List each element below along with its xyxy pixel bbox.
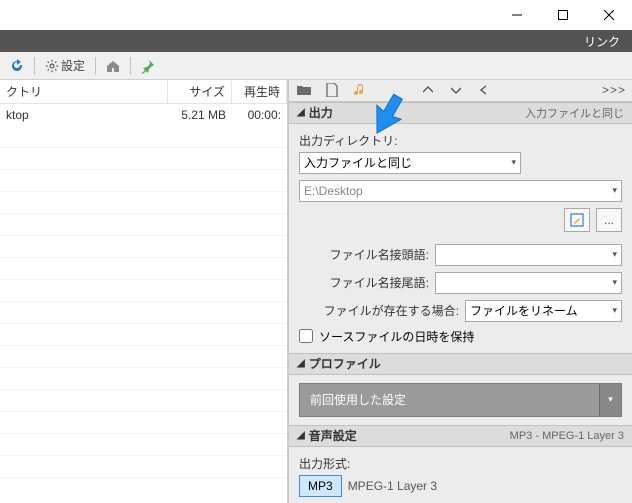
outdir-value: 入力ファイルと同じ xyxy=(304,154,412,171)
chevron-down-icon: ▾ xyxy=(612,249,617,260)
format-desc: MPEG-1 Layer 3 xyxy=(348,479,437,493)
expand-icon[interactable] xyxy=(447,81,465,99)
output-header[interactable]: ◢ 出力 入力ファイルと同じ xyxy=(289,102,632,124)
suffix-label: ファイル名接尾語: xyxy=(299,274,429,291)
file-list: クトリ サイズ 再生時 ktop 5.21 MB 00:00: xyxy=(0,80,288,503)
filelist-body[interactable]: ktop 5.21 MB 00:00: xyxy=(0,104,287,503)
format-button[interactable]: MP3 xyxy=(299,475,342,497)
output-title: 出力 xyxy=(309,104,333,121)
profile-body: 前回使用した設定 ▾ xyxy=(289,375,632,425)
outdir-combo[interactable]: 入力ファイルと同じ ▾ xyxy=(299,152,521,174)
cell-dir: ktop xyxy=(0,104,168,126)
audio-title: 音声設定 xyxy=(309,427,357,444)
main-toolbar: 設定 xyxy=(0,52,632,80)
folder-icon[interactable] xyxy=(295,81,313,99)
output-body: 出力ディレクトリ: 入力ファイルと同じ ▾ E:\Desktop ▾ ... フ… xyxy=(289,124,632,353)
cell-play: 00:00: xyxy=(232,104,287,126)
settings-button[interactable]: 設定 xyxy=(41,57,89,74)
chevron-down-icon: ▾ xyxy=(612,305,617,316)
audio-body: 出力形式: MP3 MPEG-1 Layer 3 xyxy=(289,447,632,503)
cell-size: 5.21 MB xyxy=(168,104,232,126)
pin-icon[interactable] xyxy=(137,55,159,77)
toolbar-separator xyxy=(95,57,96,75)
filelist-header: クトリ サイズ 再生時 xyxy=(0,80,287,104)
edit-path-button[interactable] xyxy=(564,208,590,232)
music-icon[interactable] xyxy=(351,81,369,99)
more-button[interactable]: >>> xyxy=(602,83,626,97)
audio-header[interactable]: ◢ 音声設定 MP3 - MPEG-1 Layer 3 xyxy=(289,425,632,447)
file-icon[interactable] xyxy=(323,81,341,99)
panel-toolbar: >>> xyxy=(289,80,632,102)
outpath-value: E:\Desktop xyxy=(304,184,363,198)
profile-header[interactable]: ◢ プロファイル xyxy=(289,353,632,375)
browse-button[interactable]: ... xyxy=(596,208,622,232)
audio-summary: MP3 - MPEG-1 Layer 3 xyxy=(510,430,624,442)
toolbar-separator xyxy=(130,57,131,75)
collapse-triangle-icon: ◢ xyxy=(297,430,305,441)
refresh-icon[interactable] xyxy=(6,55,28,77)
table-row[interactable]: ktop 5.21 MB 00:00: xyxy=(0,104,287,126)
col-size[interactable]: サイズ xyxy=(168,80,232,103)
suffix-combo[interactable]: ▾ xyxy=(435,272,622,294)
col-directory[interactable]: クトリ xyxy=(0,80,168,103)
prev-icon[interactable] xyxy=(475,81,493,99)
prefix-combo[interactable]: ▾ xyxy=(435,244,622,266)
prefix-label: ファイル名接頭語: xyxy=(299,246,429,263)
home-icon[interactable] xyxy=(102,55,124,77)
profile-combo[interactable]: 前回使用した設定 ▾ xyxy=(299,383,622,417)
exists-value: ファイルをリネーム xyxy=(470,302,578,319)
outdir-label: 出力ディレクトリ: xyxy=(299,132,622,149)
collapse-icon[interactable] xyxy=(419,81,437,99)
close-button[interactable] xyxy=(586,0,632,30)
toolbar-separator xyxy=(34,57,35,75)
format-label: 出力形式: xyxy=(299,455,622,472)
outpath-combo[interactable]: E:\Desktop ▾ xyxy=(299,180,622,202)
profile-dropdown-button[interactable]: ▾ xyxy=(599,384,621,416)
maximize-button[interactable] xyxy=(540,0,586,30)
collapse-triangle-icon: ◢ xyxy=(297,107,305,118)
link-bar: リンク xyxy=(0,30,632,52)
exists-label: ファイルが存在する場合: xyxy=(299,302,459,319)
output-summary: 入力ファイルと同じ xyxy=(525,105,624,121)
chevron-down-icon: ▾ xyxy=(612,185,617,196)
settings-label: 設定 xyxy=(61,57,85,74)
chevron-down-icon: ▾ xyxy=(511,157,516,168)
keep-timestamp-label: ソースファイルの日時を保持 xyxy=(319,328,474,345)
settings-panel: >>> ◢ 出力 入力ファイルと同じ 出力ディレクトリ: 入力ファイルと同じ ▾… xyxy=(288,80,632,503)
chevron-down-icon: ▾ xyxy=(612,277,617,288)
keep-timestamp-input[interactable] xyxy=(299,329,313,343)
main-area: クトリ サイズ 再生時 ktop 5.21 MB 00:00: xyxy=(0,80,632,503)
keep-timestamp-checkbox[interactable]: ソースファイルの日時を保持 xyxy=(299,328,622,345)
link-label[interactable]: リンク xyxy=(584,33,620,50)
col-playtime[interactable]: 再生時 xyxy=(232,80,287,103)
collapse-triangle-icon: ◢ xyxy=(297,358,305,369)
profile-title: プロファイル xyxy=(309,355,381,372)
exists-combo[interactable]: ファイルをリネーム ▾ xyxy=(465,300,622,322)
profile-value: 前回使用した設定 xyxy=(300,391,599,408)
titlebar xyxy=(0,0,632,30)
minimize-button[interactable] xyxy=(494,0,540,30)
